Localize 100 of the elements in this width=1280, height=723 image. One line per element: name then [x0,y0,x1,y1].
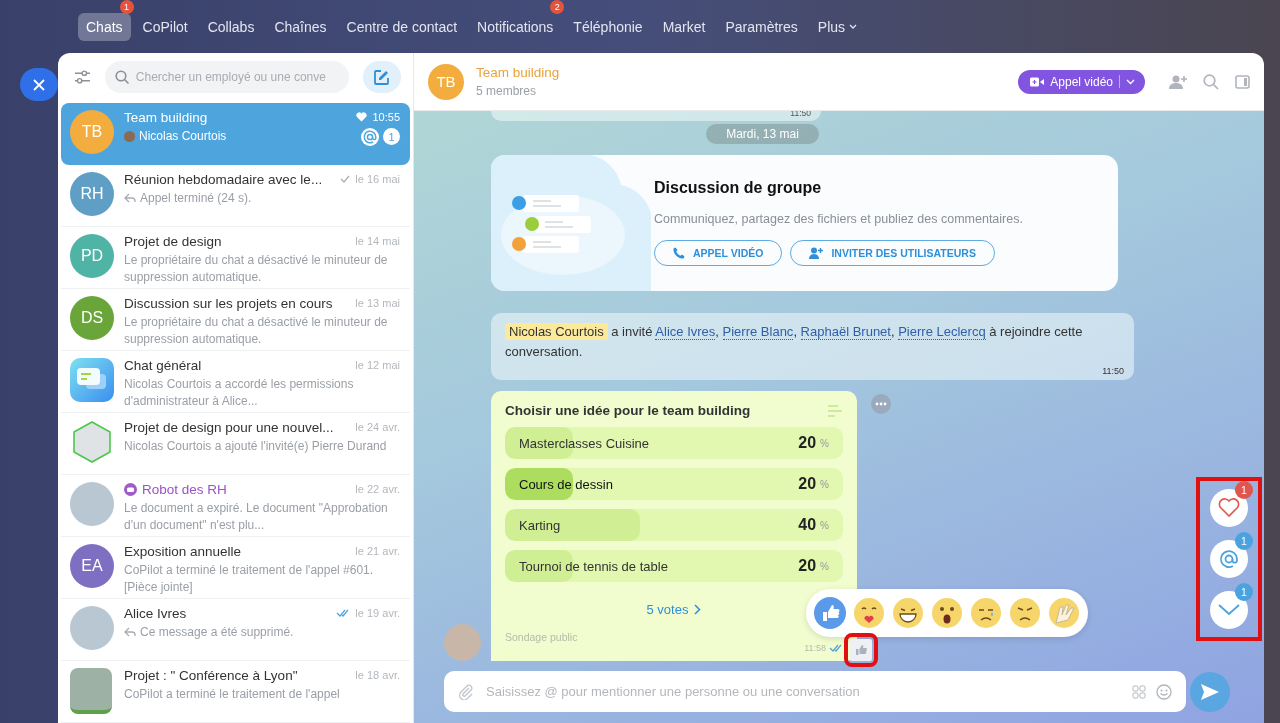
close-button[interactable] [20,68,58,101]
avatar: TB [70,110,114,154]
option-percent: 40 [798,516,817,534]
chat-time: le 16 mai [355,173,400,185]
avatar: EA [70,544,114,588]
user-link[interactable]: Pierre Leclercq [898,324,986,340]
option-percent: 20 [798,557,817,575]
nav-tab[interactable]: Plus [809,12,866,41]
option-label: Tournoi de tennis de table [519,558,669,574]
nav-tab[interactable]: Collabs [199,12,263,41]
poll-option[interactable]: Tournoi de tennis de table 20 % [505,550,843,582]
message-input[interactable]: Saisissez @ pour mentionner une personne ou une conversation [444,671,1186,712]
chat-item[interactable]: Alice Ivres le 19 avr. Ce message a été supprimé. [61,599,410,661]
system-message-text: Nicolas Courtois a invité Alice Ivres, Pierre Blanc, Raphaël Brunet, Pierre Leclercq à rejoindre cette conversation. [505,322,1084,361]
option-label: Cours de dessin [519,476,614,492]
thumbs-up-icon[interactable] [814,597,846,629]
user-link[interactable]: Raphaël Brunet [800,324,891,340]
filter-icon[interactable] [74,69,91,85]
count-badge: 1 [1235,481,1253,499]
thumbs-up-icon [855,644,867,656]
nav-tab[interactable]: Chats [78,12,131,41]
chat-time: le 18 avr. [355,669,400,681]
grin-face-icon[interactable] [892,597,924,629]
chat-item[interactable]: Chat général le 12 mai Nicolas Courtois a accordé les permissions d'administrateur à Alice... [61,351,410,413]
nav-tab[interactable]: CoPilot [134,12,196,41]
heart-face-icon[interactable] [853,597,885,629]
chat-item[interactable]: PD Projet de design le 14 mai Le propriétaire du chat a désactivé le minuteur de suppression automatique. [61,227,410,289]
paperclip-icon[interactable] [458,683,474,700]
grid-icon[interactable] [1132,684,1146,699]
chat-preview: Le document a expiré. Le document "Approbation d'un document" n'est plu... [124,500,389,534]
chat-name: Projet : " Conférence à Lyon" [124,667,299,683]
count-badge: 1 [1235,583,1253,601]
robot-icon [124,482,137,496]
poll-option[interactable]: Masterclasses Cuisine 20 % [505,427,843,459]
poll-title: Choisir une idée pour le team building [505,403,751,418]
poll-option[interactable]: Karting 40 % [505,509,843,541]
add-user-icon[interactable] [1169,73,1187,90]
reply-icon [124,627,136,637]
smiley-icon[interactable] [1156,683,1172,700]
search-icon[interactable] [1203,73,1219,90]
crying-face-icon[interactable] [970,597,1002,629]
percent-sign: % [820,478,829,490]
nav-tab[interactable]: Chaînes [266,12,335,41]
angry-face-icon[interactable] [1009,597,1041,629]
chat-name: Projet de design pour une nouvel... [124,419,335,435]
reply-icon [124,193,136,203]
message-time: 11:50 [1102,366,1124,376]
more-icon[interactable] [871,394,891,414]
chat-item[interactable]: RH Réunion hebdomadaire avec le... le 16 mai Appel terminé (24 s). [61,165,410,227]
unread-count: 1 [383,128,400,145]
chat-name: Alice Ivres [124,605,188,621]
chat-name: Réunion hebdomadaire avec le... [124,171,324,187]
nav-tab[interactable]: Notifications [469,12,562,41]
pencil-square-icon [373,68,391,86]
at-sign-icon [1218,548,1240,570]
double-check-icon [336,609,351,617]
avatar-photo [124,131,135,142]
chat-time: le 24 avr. [355,421,400,433]
hand-face-icon[interactable] [1048,597,1080,629]
video-call-button[interactable]: Appel vidéo [1018,69,1145,94]
compose-button[interactable] [362,61,401,93]
chat-item[interactable]: DS Discussion sur les projets en cours le 13 mai Le propriétaire du chat a désactivé le minuteur de suppression automatique. [61,289,410,351]
chat-preview: Nicolas Courtois a accordé les permissions d'administrateur à Alice... [124,376,355,410]
chat-item[interactable]: Projet de design pour une nouvel... le 24 avr. Nicolas Courtois a ajouté l'invité(e) Pierre Durand [61,413,410,475]
close-icon [33,78,45,91]
notification-badge: 2 [550,0,565,14]
chat-name: Team building [124,109,209,125]
chat-preview: CoPilot a terminé le traitement de l'appel #601. [Pièce jointe] [124,562,375,596]
option-label: Masterclasses Cuisine [519,435,651,451]
send-button[interactable] [1190,671,1230,712]
avatar-photo [70,606,114,650]
avatar: RH [70,172,114,216]
add-user-icon [809,247,824,259]
avatar: DS [70,296,114,340]
phone-icon [673,247,685,259]
check-icon [340,175,351,183]
chat-preview: Ce message a été supprimé. [140,624,295,641]
chat-name: Discussion sur les projets en cours [124,295,334,311]
nav-tab[interactable]: Centre de contact [338,12,466,41]
chat-item[interactable]: EA Exposition annuelle le 21 avr. CoPilot a terminé le traitement de l'appel #601. [Pièce jointe] [61,537,410,599]
heart-icon [1218,498,1240,518]
chat-item[interactable]: Robot des RH le 22 avr. Le document a expiré. Le document "Approbation d'un document" n'est plu... [61,475,410,537]
search-icon [114,69,130,85]
option-percent: 20 [798,475,817,493]
card-title: Discussion de groupe [654,179,823,197]
chat-item[interactable]: Projet : " Conférence à Lyon" le 18 avr. CoPilot a terminé le traitement de l'appel [61,661,410,723]
chat-name: Chat général [124,357,203,373]
search-input[interactable]: Chercher un employé ou une conve [135,70,341,84]
chat-name: Robot des RH [142,481,228,497]
message-time: 11:58 [804,643,826,653]
user-mention[interactable]: Nicolas Courtois [505,323,608,340]
search-field[interactable]: Chercher un employé ou une conve [104,61,349,93]
nav-tab[interactable]: Market [654,12,714,41]
poll-option[interactable]: Cours de dessin 20 % [505,468,843,500]
nav-tab[interactable]: Paramètres [717,12,806,41]
side-panel-icon[interactable] [1235,74,1250,89]
percent-sign: % [820,560,829,572]
message-text-input[interactable]: Saisissez @ pour mentionner une personne ou une conversation [484,683,1122,700]
surprised-face-icon[interactable] [931,597,963,629]
nav-tab[interactable]: Téléphonie [565,12,651,41]
